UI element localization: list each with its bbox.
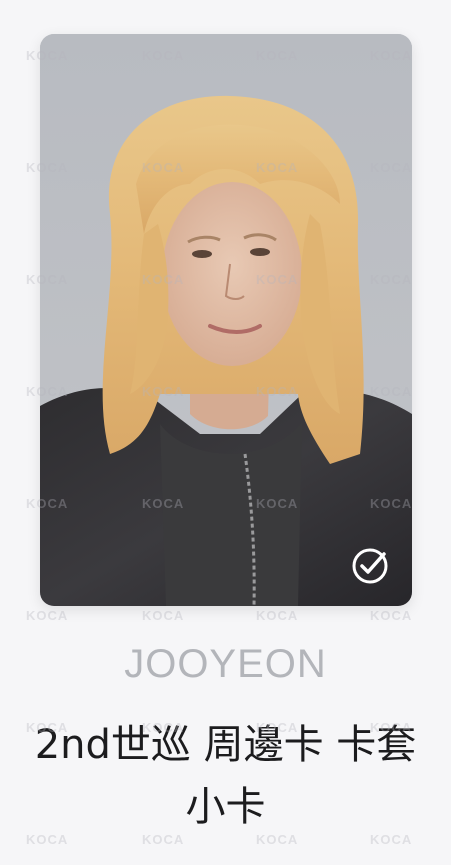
member-name: JOOYEON	[124, 642, 327, 686]
watermark-text: KOCA	[142, 608, 185, 623]
watermark-text: KOCA	[26, 608, 69, 623]
item-title: 2nd世巡 周邊卡 卡套小卡	[34, 722, 417, 830]
check-circle-icon[interactable]	[350, 546, 390, 586]
photocard-image[interactable]	[40, 34, 412, 606]
watermark-text: KOCA	[256, 608, 299, 623]
member-photo	[40, 34, 412, 606]
watermark-text: KOCA	[370, 608, 413, 623]
